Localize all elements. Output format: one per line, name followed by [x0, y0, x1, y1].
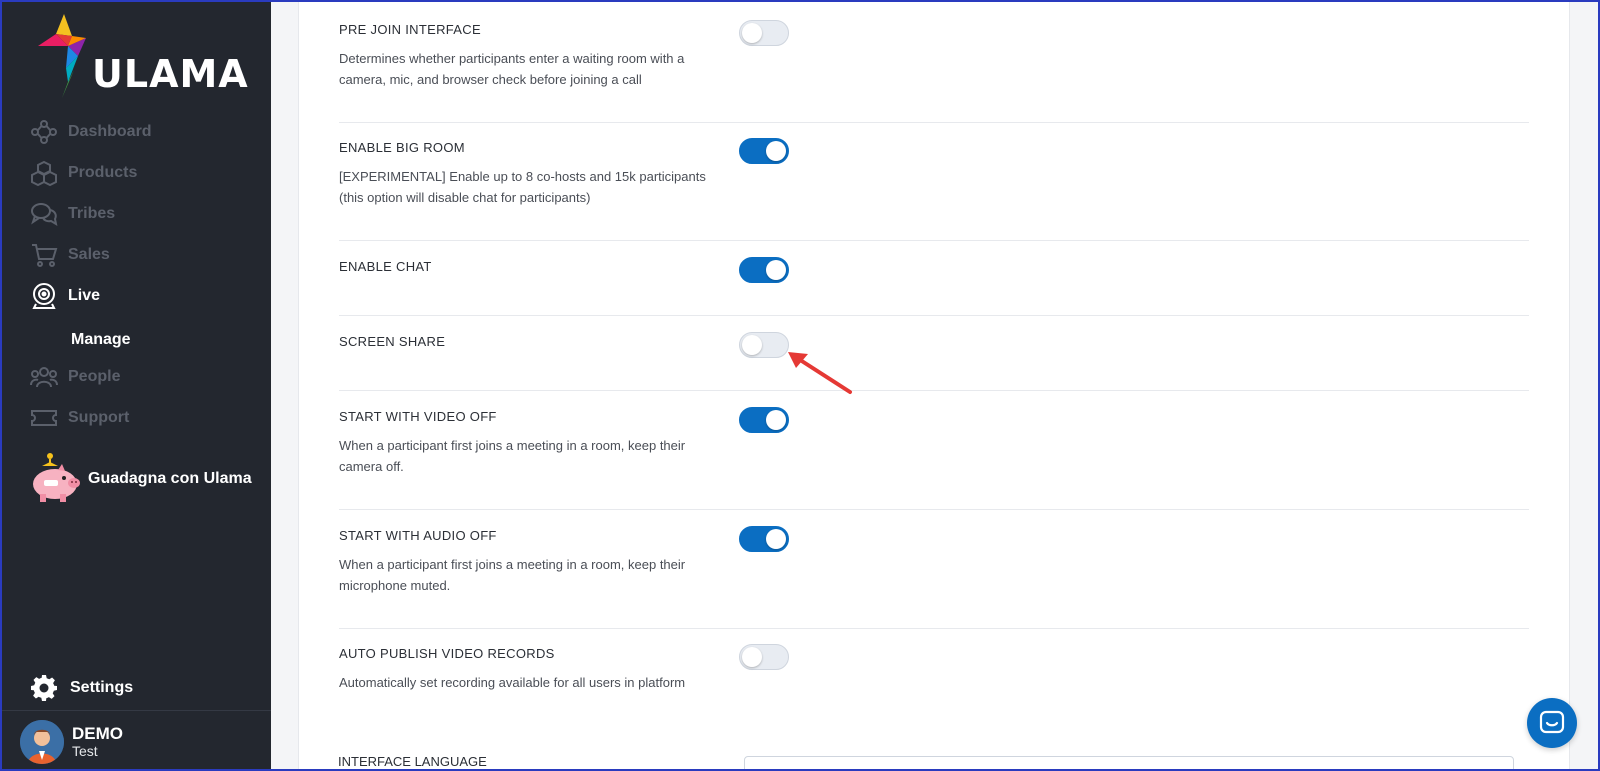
- brand-name: ULAMA: [92, 52, 249, 96]
- setting-description: Determines whether participants enter a …: [339, 51, 685, 87]
- setting-row-chat: ENABLE CHAT: [339, 257, 1529, 316]
- network-icon: [28, 116, 60, 148]
- chat-icon: [1539, 710, 1565, 734]
- interface-language-label: INTERFACE LANGUAGE: [338, 754, 487, 769]
- sidebar-item-tribes[interactable]: Tribes: [28, 198, 115, 230]
- gear-icon: [31, 675, 57, 701]
- setting-description: Automatically set recording available fo…: [339, 675, 686, 690]
- toggle-knob: [742, 23, 762, 43]
- setting-row-screen-share: SCREEN SHARE: [339, 332, 1529, 391]
- live-settings-panel: PRE JOIN INTERFACE Determines whether pa…: [298, 2, 1570, 769]
- setting-row-auto-publish: AUTO PUBLISH VIDEO RECORDS Automatically…: [339, 644, 1529, 742]
- sidebar-divider: [2, 710, 271, 711]
- chat-bubbles-icon: [28, 198, 60, 230]
- setting-title: START WITH AUDIO OFF: [339, 528, 497, 543]
- setting-row-big-room: ENABLE BIG ROOM [EXPERIMENTAL] Enable up…: [339, 138, 1529, 241]
- sidebar-item-settings[interactable]: Settings: [30, 674, 133, 702]
- support-chat-button[interactable]: [1527, 698, 1577, 748]
- sidebar-item-label: Support: [68, 409, 130, 426]
- sidebar-subitem-manage[interactable]: Manage: [71, 331, 131, 349]
- screen-share-toggle[interactable]: [739, 332, 789, 358]
- sidebar-item-label: Products: [68, 164, 138, 181]
- setting-description: When a participant first joins a meeting…: [339, 438, 686, 474]
- setting-title: START WITH VIDEO OFF: [339, 409, 497, 424]
- sidebar-item-label: Dashboard: [68, 123, 152, 140]
- cart-icon: [28, 239, 60, 271]
- setting-title: AUTO PUBLISH VIDEO RECORDS: [339, 646, 555, 661]
- setting-description: [EXPERIMENTAL] Enable up to 8 co-hosts a…: [339, 169, 706, 205]
- sidebar-item-label: Live: [68, 287, 101, 304]
- setting-description: When a participant first joins a meeting…: [339, 557, 686, 593]
- setting-title: ENABLE CHAT: [339, 259, 432, 274]
- sidebar-item-sales[interactable]: Sales: [28, 239, 110, 271]
- annotation-arrow-icon: [788, 352, 852, 394]
- setting-title: SCREEN SHARE: [339, 334, 446, 349]
- video-off-toggle[interactable]: [739, 407, 789, 433]
- sidebar-item-people[interactable]: People: [28, 361, 120, 393]
- audio-off-toggle[interactable]: [739, 526, 789, 552]
- setting-row-audio-off: START WITH AUDIO OFF When a participant …: [339, 526, 1529, 629]
- setting-row-video-off: START WITH VIDEO OFF When a participant …: [339, 407, 1529, 510]
- sidebar-item-support[interactable]: Support: [28, 402, 129, 434]
- toggle-knob: [766, 529, 786, 549]
- toggle-knob: [742, 335, 762, 355]
- avatar: [20, 720, 64, 764]
- user-profile[interactable]: DEMO Test: [20, 720, 123, 764]
- sidebar: ULAMA Dashboard Products Tribes Sales Li…: [2, 2, 271, 769]
- sidebar-item-products[interactable]: Products: [28, 157, 137, 189]
- chat-toggle[interactable]: [739, 257, 789, 283]
- auto-publish-toggle[interactable]: [739, 644, 789, 670]
- toggle-knob: [766, 141, 786, 161]
- brand-logo[interactable]: ULAMA: [38, 12, 248, 104]
- big-room-toggle[interactable]: [739, 138, 789, 164]
- setting-title: ENABLE BIG ROOM: [339, 140, 465, 155]
- setting-row-pre-join: PRE JOIN INTERFACE Determines whether pa…: [339, 20, 1529, 123]
- user-name: DEMO: [72, 724, 123, 743]
- toggle-knob: [766, 260, 786, 280]
- settings-label: Settings: [70, 679, 134, 696]
- cubes-icon: [28, 157, 60, 189]
- interface-language-select[interactable]: [744, 756, 1514, 771]
- sidebar-item-label: Tribes: [68, 205, 116, 222]
- webcam-icon: [28, 280, 60, 312]
- toggle-knob: [742, 647, 762, 667]
- hummingbird-logo-icon: [38, 14, 86, 98]
- sidebar-item-label: Sales: [68, 246, 110, 263]
- people-icon: [28, 361, 60, 393]
- setting-title: PRE JOIN INTERFACE: [339, 22, 481, 37]
- toggle-knob: [766, 410, 786, 430]
- pre-join-toggle[interactable]: [739, 20, 789, 46]
- sidebar-item-dashboard[interactable]: Dashboard: [28, 116, 152, 148]
- promo-label: Guadagna con Ulama: [88, 470, 252, 487]
- promo-guadagna[interactable]: Guadagna con Ulama: [28, 452, 252, 506]
- scrollbar[interactable]: [1588, 2, 1598, 769]
- sidebar-item-label: People: [68, 368, 121, 385]
- ticket-icon: [28, 402, 60, 434]
- piggy-bank-icon: [33, 453, 80, 502]
- user-role: Test: [72, 743, 98, 759]
- sidebar-item-live[interactable]: Live: [28, 280, 100, 312]
